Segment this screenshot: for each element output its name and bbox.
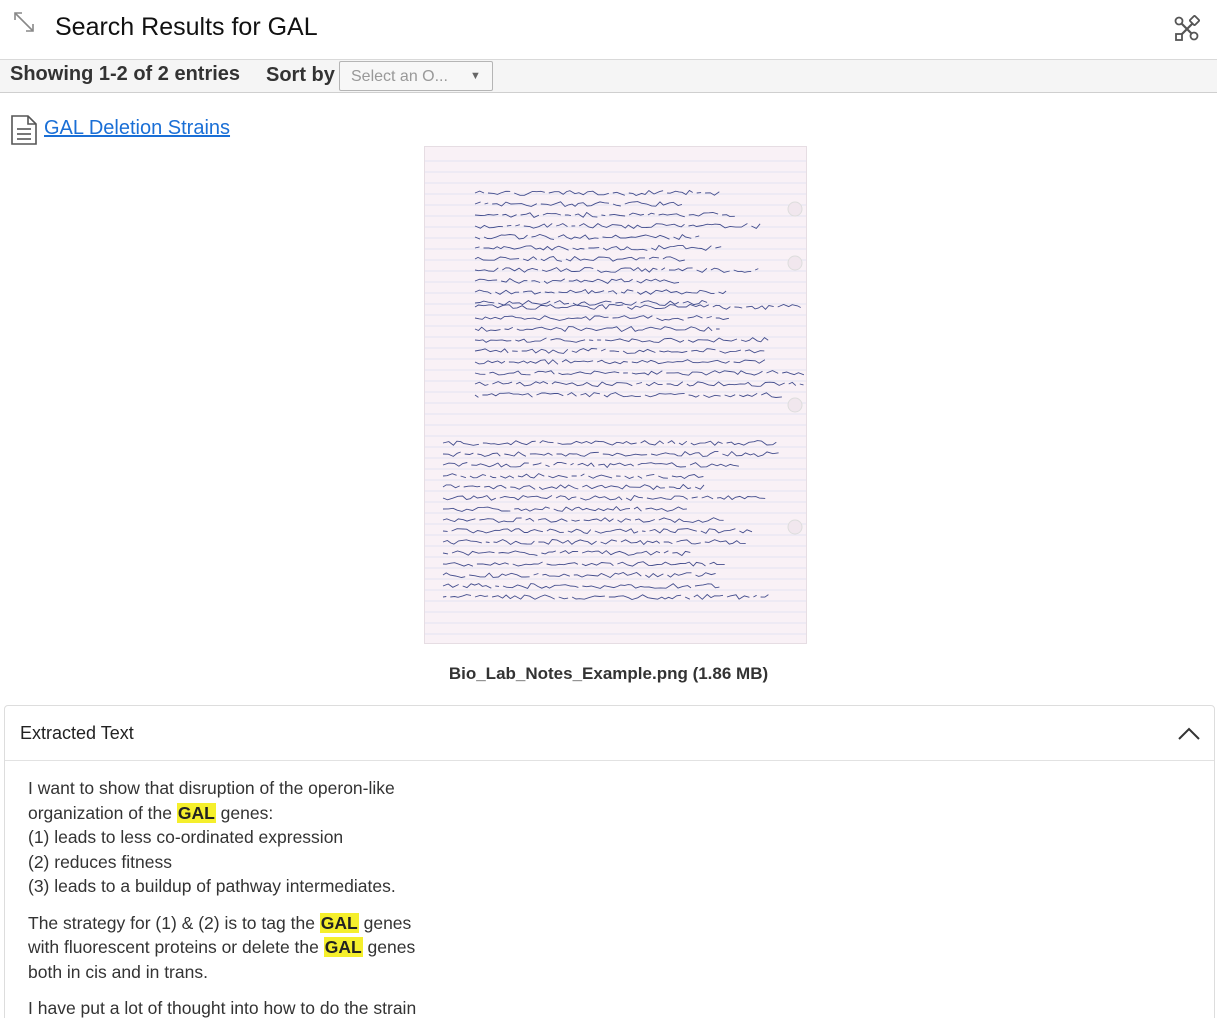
extracted-paragraph: I want to show that disruption of the op… <box>28 776 448 899</box>
document-icon <box>11 115 37 145</box>
chevron-up-icon[interactable] <box>1176 724 1202 742</box>
text-segment: I want to show that disruption of the op… <box>28 778 395 798</box>
sort-select-placeholder: Select an O... <box>351 68 448 85</box>
result-link[interactable]: GAL Deletion Strains <box>44 117 230 140</box>
extracted-text-body: I want to show that disruption of the op… <box>28 776 448 1018</box>
search-highlight: GAL <box>176 802 216 823</box>
text-segment: I have put a lot of thought into how to … <box>28 998 417 1018</box>
notebook-image[interactable] <box>424 146 807 644</box>
text-segment: (3) leads to a buildup of pathway interm… <box>28 876 396 896</box>
text-segment: (2) reduces fitness <box>28 851 172 872</box>
text-segment: organization of the <box>28 802 177 823</box>
results-toolbar: Showing 1-2 of 2 entries Sort by Select … <box>0 60 1217 93</box>
search-highlight: GAL <box>319 912 359 933</box>
text-segment: (1) leads to less co-ordinated expressio… <box>28 827 344 847</box>
entries-count: Showing 1-2 of 2 entries <box>10 63 241 85</box>
extracted-paragraph: I have put a lot of thought into how to … <box>28 996 448 1018</box>
search-highlight: GAL <box>323 937 363 957</box>
panel-title: Extracted Text <box>20 723 134 743</box>
file-caption: Bio_Lab_Notes_Example.png (1.86 MB) <box>448 664 769 683</box>
page-title: Search Results for GAL <box>55 13 318 41</box>
sort-select[interactable]: Select an O... ▼ <box>339 61 493 91</box>
sort-label: Sort by <box>266 64 335 86</box>
text-segment: The strategy for (1) & (2) is to tag the <box>28 912 320 933</box>
extracted-text-panel: Extracted Text I want to show that disru… <box>4 705 1215 1018</box>
handwritten-notes-image <box>425 160 806 635</box>
dropdown-caret-icon: ▼ <box>470 70 481 82</box>
text-segment: with fluorescent proteins or delete the <box>28 937 324 957</box>
expand-icon[interactable] <box>12 10 36 34</box>
header-bar: Search Results for GAL <box>0 0 1217 60</box>
text-segment: genes <box>362 937 416 957</box>
extracted-paragraph: The strategy for (1) & (2) is to tag the… <box>28 911 448 985</box>
text-segment: both in cis and in trans. <box>28 961 208 982</box>
text-segment: genes: <box>215 802 274 823</box>
text-segment: genes <box>358 912 412 933</box>
tools-icon[interactable] <box>1173 15 1201 43</box>
panel-header[interactable]: Extracted Text <box>5 706 1214 761</box>
